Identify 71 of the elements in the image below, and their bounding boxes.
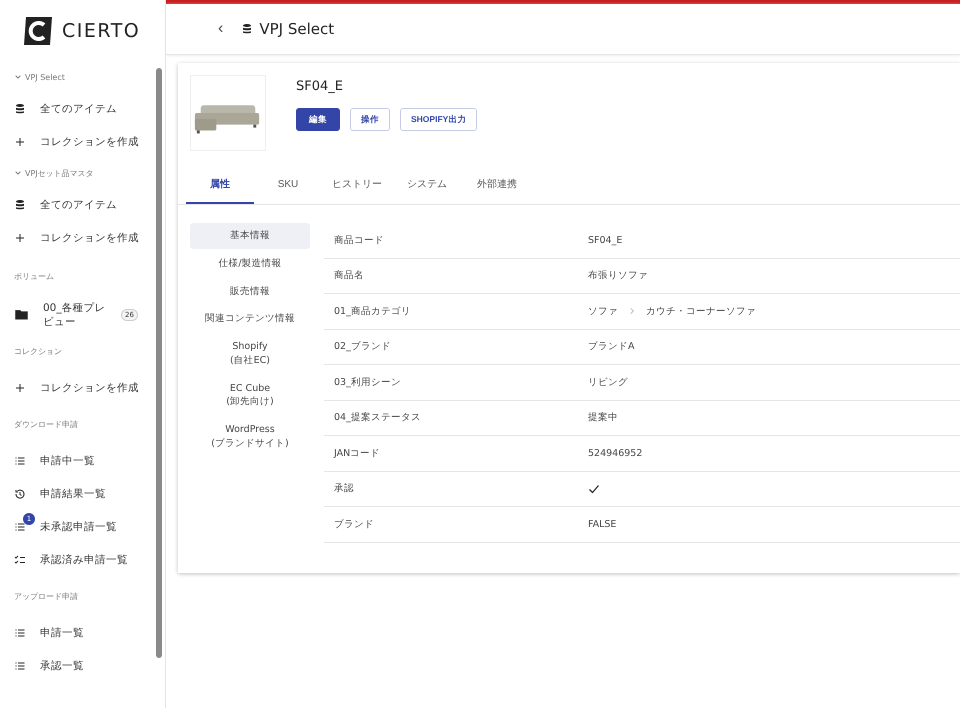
attribute-name: 商品名 xyxy=(334,269,365,282)
sidebar-heading: ボリューム xyxy=(13,270,55,282)
attribute-value: SF04_E xyxy=(588,234,624,246)
attribute-name: 01_商品カテゴリ xyxy=(334,304,412,318)
plus-icon xyxy=(14,232,26,244)
list-icon xyxy=(14,454,26,466)
list-icon xyxy=(14,660,26,672)
database-icon xyxy=(241,22,254,34)
sidebar-heading[interactable]: VPJ Select xyxy=(0,62,165,92)
plus-icon xyxy=(14,382,26,394)
section-link[interactable]: Shopify (自社EC) xyxy=(190,334,310,374)
checklist-icon xyxy=(14,554,26,566)
attribute-name: JANコード xyxy=(334,446,382,460)
tab[interactable]: SKU xyxy=(254,169,322,204)
product-code: SF04_E xyxy=(296,79,344,94)
section-link[interactable]: 仕様/製造情報 xyxy=(190,250,310,277)
plus-icon xyxy=(14,136,26,148)
section-link[interactable]: 関連コンテンツ情報 xyxy=(190,306,310,332)
section-link[interactable]: 基本情報 xyxy=(190,223,310,249)
attribute-value: 布張りソファ xyxy=(588,269,649,282)
sidebar-item[interactable]: コレクションを作成 xyxy=(0,221,165,254)
attribute-name: 承認 xyxy=(334,482,355,496)
tab[interactable]: 属性 xyxy=(186,169,254,204)
back-button[interactable]: ‹ xyxy=(214,20,228,38)
attribute-name: 02_ブランド xyxy=(334,340,392,354)
sidebar-item[interactable]: 承認済み申請一覧 xyxy=(0,543,165,576)
database-icon xyxy=(14,102,26,114)
sidebar-heading: コレクション xyxy=(13,346,63,358)
section-link[interactable]: 販売情報 xyxy=(190,278,310,304)
tab[interactable]: ヒストリー xyxy=(322,169,392,204)
tab[interactable]: 外部連携 xyxy=(462,169,532,204)
sidebar-item[interactable]: 承認一覧 xyxy=(0,649,165,682)
action-button[interactable]: 操作 xyxy=(350,108,390,131)
attribute-name: 03_利用シーン xyxy=(334,376,402,389)
attribute-value: FALSE xyxy=(588,518,618,530)
sidebar-item[interactable]: 申請一覧 xyxy=(0,616,165,649)
action-button[interactable]: 編集 xyxy=(296,108,340,131)
sidebar-item[interactable]: 申請中一覧 xyxy=(0,444,165,477)
attribute-name: 商品コード xyxy=(334,234,385,247)
folder-icon xyxy=(14,307,29,322)
action-button[interactable]: SHOPIFY出力 xyxy=(400,108,478,131)
tab[interactable]: システム xyxy=(392,169,462,204)
logo-icon xyxy=(22,15,54,47)
chevron-down-icon xyxy=(14,73,22,81)
sidebar-item[interactable]: コレクションを作成 xyxy=(0,125,165,158)
list-icon xyxy=(14,626,26,638)
sidebar-heading[interactable]: VPJセット品マスタ xyxy=(0,158,165,188)
sidebar-item[interactable]: 全てのアイテム xyxy=(0,188,165,221)
chevron-right-icon xyxy=(628,307,636,316)
sidebar-item[interactable]: 申請結果一覧 xyxy=(0,477,165,510)
sidebar-item[interactable]: 全てのアイテム xyxy=(0,92,165,125)
attribute-value: 提案中 xyxy=(588,411,619,424)
category-value: ソファ xyxy=(588,304,618,318)
sidebar-heading: ダウンロード申請 xyxy=(13,418,79,430)
database-icon xyxy=(14,198,26,210)
attribute-name: 04_提案ステータス xyxy=(334,411,422,424)
logo-text: CIERTO xyxy=(62,20,140,42)
attribute-name: ブランド xyxy=(334,518,375,531)
category-value: カウチ・コーナーソファ xyxy=(646,304,756,318)
scrollbar[interactable] xyxy=(156,68,162,658)
sidebar-heading: アップロード申請 xyxy=(13,590,79,602)
history-icon xyxy=(14,488,26,500)
sidebar-item[interactable]: コレクションを作成 xyxy=(0,371,165,404)
section-link[interactable]: WordPress (ブランドサイト) xyxy=(190,417,310,457)
page-title: VPJ Select xyxy=(241,20,334,38)
section-link[interactable]: EC Cube (卸先向け) xyxy=(190,376,310,416)
attribute-value: 524946952 xyxy=(588,448,644,459)
attribute-value: ブランドA xyxy=(588,340,636,354)
list-icon xyxy=(14,520,26,532)
attribute-value: リビング xyxy=(588,376,629,389)
chevron-down-icon xyxy=(14,169,22,177)
